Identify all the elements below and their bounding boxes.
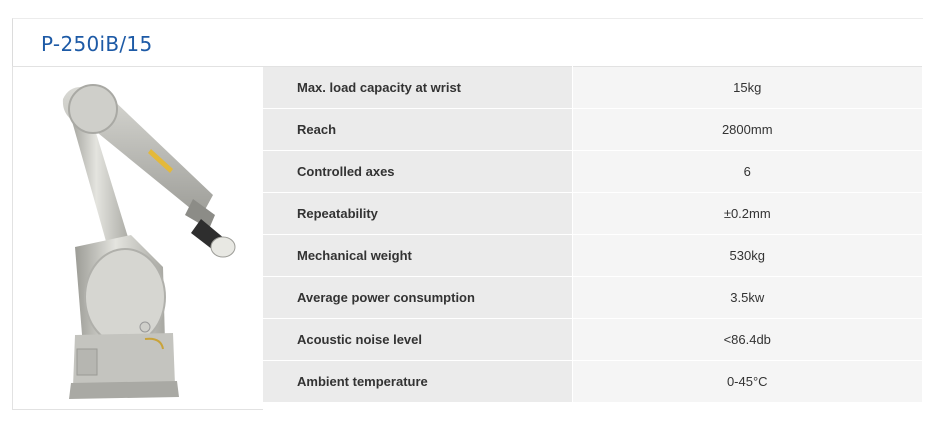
spec-value: <86.4db xyxy=(572,318,922,361)
spec-table: Max. load capacity at wrist 15kg Reach 2… xyxy=(263,66,922,403)
table-row: Controlled axes 6 xyxy=(263,150,922,193)
spec-value: 530kg xyxy=(572,234,922,277)
table-row: Reach 2800mm xyxy=(263,108,922,151)
title-bar: P-250iB/15 xyxy=(12,18,923,67)
table-row: Max. load capacity at wrist 15kg xyxy=(263,66,922,109)
spec-label: Reach xyxy=(263,108,573,151)
spec-label: Ambient temperature xyxy=(263,360,573,403)
table-row: Repeatability ±0.2mm xyxy=(263,192,922,235)
spec-value: 15kg xyxy=(572,66,922,109)
table-row: Mechanical weight 530kg xyxy=(263,234,922,277)
spec-label: Repeatability xyxy=(263,192,573,235)
product-card: P-250iB/15 Max. load capacity at wrist 1… xyxy=(12,18,923,410)
spec-value: 0-45°C xyxy=(572,360,922,403)
spec-value: ±0.2mm xyxy=(572,192,922,235)
spec-value: 6 xyxy=(572,150,922,193)
table-row: Ambient temperature 0-45°C xyxy=(263,360,922,403)
product-image xyxy=(12,66,263,410)
robot-arm-illustration xyxy=(62,84,236,399)
spec-label: Acoustic noise level xyxy=(263,318,573,361)
spec-value: 2800mm xyxy=(572,108,922,151)
spec-label: Controlled axes xyxy=(263,150,573,193)
table-row: Average power consumption 3.5kw xyxy=(263,276,922,319)
spec-label: Max. load capacity at wrist xyxy=(263,66,573,109)
spec-label: Mechanical weight xyxy=(263,234,573,277)
product-title: P-250iB/15 xyxy=(41,32,153,56)
spec-label: Average power consumption xyxy=(263,276,573,319)
spec-value: 3.5kw xyxy=(572,276,922,319)
table-row: Acoustic noise level <86.4db xyxy=(263,318,922,361)
